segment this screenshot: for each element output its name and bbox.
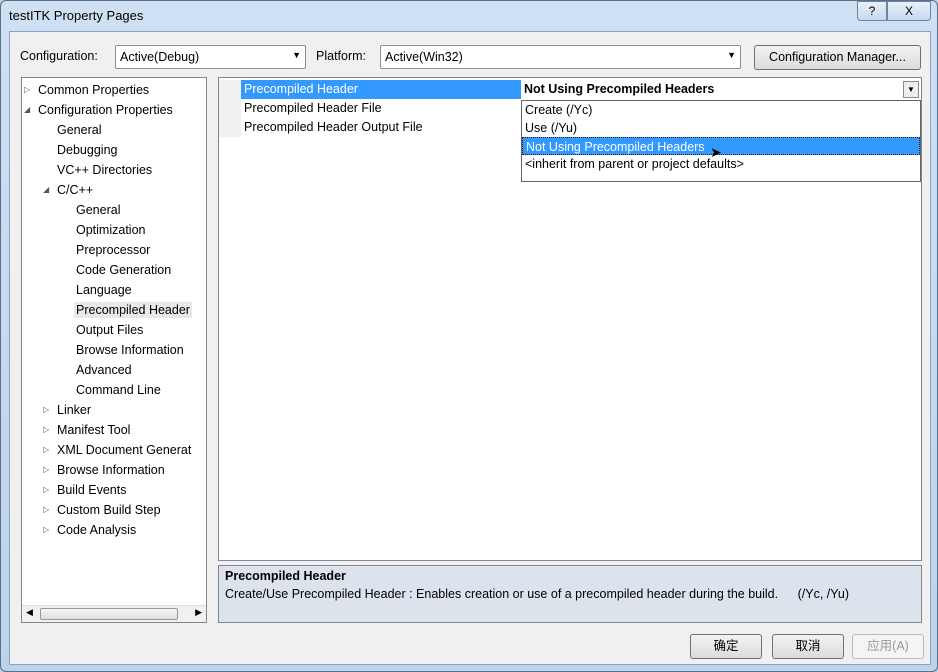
cancel-button[interactable]: 取消	[772, 634, 844, 659]
property-tree[interactable]: ▷ Code Analysis ▷ Custom Build Step ▷ Build E…	[21, 77, 207, 623]
tree-item[interactable]: ◢ Configuration Properties	[24, 100, 175, 120]
expanded-arrow-icon[interactable]: ◢	[24, 100, 30, 120]
tree-item-label: Browse Information	[76, 343, 184, 357]
dropdown-arrow-icon[interactable]: ▼	[903, 81, 919, 98]
window-title: testITK Property Pages	[9, 8, 144, 23]
tree-item[interactable]: ▷ Browse Information	[43, 460, 167, 480]
tree-item-label: Build Events	[57, 483, 127, 497]
tree-item[interactable]: ◢ C/C++	[43, 180, 95, 200]
row-gutter	[219, 99, 241, 118]
description-switches: (/Yc, /Yu)	[797, 587, 849, 601]
tree-item[interactable]: Code Generation	[74, 260, 173, 280]
platform-select[interactable]: Active(Win32) ▼	[380, 45, 741, 69]
tree-item[interactable]: ▷ Code Analysis	[43, 520, 138, 540]
platform-label: Platform:	[316, 49, 367, 63]
description-panel: Precompiled Header Create/Use Precompile…	[218, 565, 922, 623]
tree-item[interactable]: Output Files	[74, 320, 145, 340]
tree-item-label: Debugging	[57, 143, 118, 157]
tree-item-label: Advanced	[76, 363, 132, 377]
collapsed-arrow-icon[interactable]: ▷	[43, 400, 49, 420]
tree-item[interactable]: ▷ Build Events	[43, 480, 128, 500]
close-button[interactable]: X	[887, 1, 931, 21]
tree-item-label: Output Files	[76, 323, 144, 337]
property-name: Precompiled Header	[241, 80, 521, 99]
collapsed-arrow-icon[interactable]: ▷	[24, 80, 30, 100]
tree-item[interactable]: Precompiled Header	[74, 300, 192, 320]
tree-item[interactable]: General	[55, 120, 103, 140]
tree-item[interactable]: VC++ Directories	[55, 160, 154, 180]
property-grid: Precompiled Header Not Using Precompiled…	[218, 77, 922, 561]
tree-horizontal-scrollbar[interactable]: ◀ ▶	[22, 605, 206, 622]
mouse-cursor-icon: ➤	[710, 144, 722, 160]
dropdown-option[interactable]: Use (/Yu)	[522, 119, 920, 137]
tree-item-label: Command Line	[76, 383, 161, 397]
tree-item-label: General	[76, 203, 121, 217]
tree-item-label: Code Generation	[76, 263, 172, 277]
collapsed-arrow-icon[interactable]: ▷	[43, 460, 49, 480]
description-text: Create/Use Precompiled Header : Enables …	[225, 587, 779, 601]
scroll-right-icon[interactable]: ▶	[195, 607, 202, 618]
tree-item[interactable]: ▷ Linker	[43, 400, 93, 420]
tree-item-label: Manifest Tool	[57, 423, 131, 437]
tree-item[interactable]: ▷ XML Document Generat	[43, 440, 193, 460]
tree-item-label: Language	[76, 283, 132, 297]
property-name: Precompiled Header Output File	[244, 120, 423, 134]
property-name: Precompiled Header File	[244, 101, 382, 115]
configuration-select[interactable]: Active(Debug) ▼	[115, 45, 306, 69]
tree-item-label: Browse Information	[57, 463, 165, 477]
tree-item-label: Preprocessor	[76, 243, 151, 257]
precompiled-header-dropdown-list[interactable]: Create (/Yc) Use (/Yu) Not Using Precompil…	[521, 100, 921, 182]
description-title: Precompiled Header	[225, 569, 346, 583]
tree-item[interactable]: Command Line	[74, 380, 163, 400]
tree-item[interactable]: Preprocessor	[74, 240, 152, 260]
tree-item-label: Configuration Properties	[38, 103, 173, 117]
tree-item[interactable]: Advanced	[74, 360, 134, 380]
tree-item[interactable]: Debugging	[55, 140, 119, 160]
tree-item-label: Precompiled Header	[74, 302, 192, 318]
property-value[interactable]: Not Using Precompiled Headers	[521, 80, 921, 99]
collapsed-arrow-icon[interactable]: ▷	[43, 440, 49, 460]
tree-item-label: Linker	[57, 403, 92, 417]
collapsed-arrow-icon[interactable]: ▷	[43, 520, 49, 540]
tree-item-label: Code Analysis	[57, 523, 137, 537]
tree-item[interactable]: Browse Information	[74, 340, 186, 360]
tree-item[interactable]: ▷ Custom Build Step	[43, 500, 163, 520]
property-pages-window: testITK Property Pages ? X Configuration…	[0, 0, 938, 672]
tree-item-label: VC++ Directories	[57, 163, 153, 177]
grid-row[interactable]: Precompiled Header Not Using Precompiled…	[219, 80, 921, 99]
tree-item-label: C/C++	[57, 183, 94, 197]
scrollbar-thumb[interactable]	[40, 608, 178, 620]
ok-button[interactable]: 确定	[690, 634, 762, 659]
tree-item-label: Optimization	[76, 223, 146, 237]
row-gutter	[219, 80, 241, 99]
tree-item[interactable]: Language	[74, 280, 134, 300]
expanded-arrow-icon[interactable]: ◢	[43, 180, 49, 200]
tree-item-label: XML Document Generat	[57, 443, 192, 457]
collapsed-arrow-icon[interactable]: ▷	[43, 500, 49, 520]
tree-item[interactable]: ▷ Common Properties	[24, 80, 151, 100]
chevron-down-icon: ▼	[727, 50, 736, 60]
collapsed-arrow-icon[interactable]: ▷	[43, 480, 49, 500]
chevron-down-icon: ▼	[292, 50, 301, 60]
dialog-client: Configuration: Active(Debug) ▼ Platform:…	[9, 31, 931, 665]
tree-item-label: General	[57, 123, 102, 137]
tree-item[interactable]: ▷ Manifest Tool	[43, 420, 132, 440]
row-gutter	[219, 118, 241, 137]
tree-item-label: Common Properties	[38, 83, 150, 97]
configuration-manager-button[interactable]: Configuration Manager...	[754, 45, 921, 70]
collapsed-arrow-icon[interactable]: ▷	[43, 420, 49, 440]
configuration-value: Active(Debug)	[120, 50, 200, 64]
tree-item[interactable]: General	[74, 200, 122, 220]
configuration-label: Configuration:	[20, 49, 98, 63]
dropdown-option[interactable]: Create (/Yc)	[522, 101, 920, 119]
tree-item[interactable]: Optimization	[74, 220, 147, 240]
scroll-left-icon[interactable]: ◀	[26, 607, 33, 618]
apply-button[interactable]: 应用(A)	[852, 634, 924, 659]
help-button[interactable]: ?	[857, 1, 887, 21]
tree-item-label: Custom Build Step	[57, 503, 161, 517]
platform-value: Active(Win32)	[385, 50, 463, 64]
